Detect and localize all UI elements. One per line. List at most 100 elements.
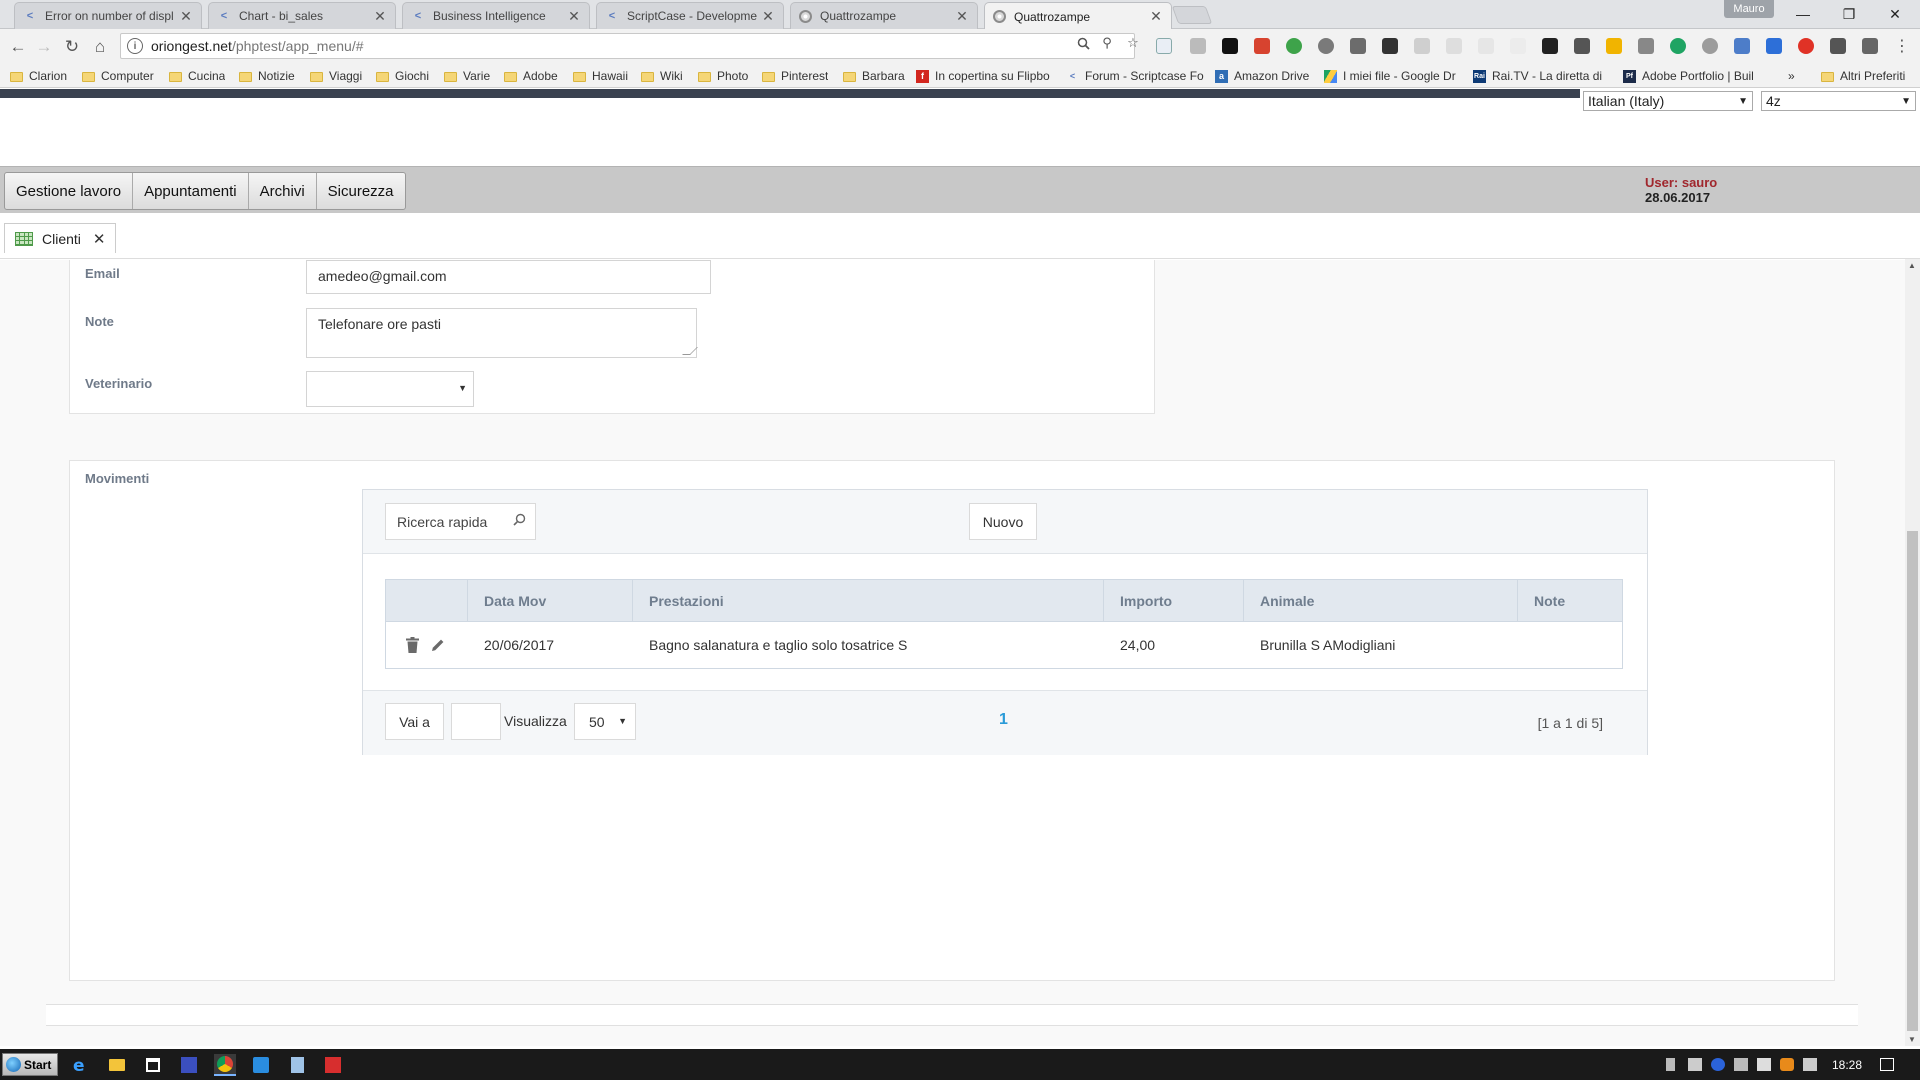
goto-page-input[interactable] [451, 703, 501, 740]
browser-tab[interactable]: Quattrozampe ✕ [790, 2, 978, 29]
scroll-up-icon[interactable]: ▲ [1908, 261, 1916, 270]
bookmark-folder[interactable]: Clarion [10, 68, 67, 84]
new-button[interactable]: Nuovo [969, 503, 1037, 540]
browser-tab[interactable]: < Error on number of displ ✕ [14, 2, 202, 29]
extension-icon[interactable] [1222, 38, 1238, 54]
key-icon[interactable]: ⚲ [1098, 34, 1116, 52]
search-icon[interactable] [513, 513, 526, 526]
menu-gestione-lavoro[interactable]: Gestione lavoro [5, 173, 134, 209]
close-icon[interactable]: ✕ [955, 8, 969, 25]
bookmark-folder[interactable]: Wiki [641, 68, 683, 84]
app-icon[interactable] [322, 1054, 344, 1076]
amazon-icon[interactable] [1382, 38, 1398, 54]
extension-icon[interactable] [1478, 38, 1494, 54]
browser-tab[interactable]: < ScriptCase - Developmen ✕ [596, 2, 784, 29]
tab-clienti[interactable]: Clienti ✕ [4, 223, 117, 253]
extension-icon[interactable] [1156, 38, 1172, 54]
theme-select[interactable]: 4z ▼ [1761, 91, 1916, 111]
bookmark-link[interactable]: Rai Rai.TV - La diretta di R [1473, 68, 1605, 84]
close-icon[interactable]: ✕ [1149, 8, 1163, 25]
browser-tab-active[interactable]: Quattrozampe ✕ [984, 2, 1172, 30]
other-bookmarks-folder[interactable]: Altri Preferiti [1821, 68, 1905, 84]
pencil-icon[interactable] [431, 638, 445, 652]
extension-icon[interactable] [1318, 38, 1334, 54]
page-link-current[interactable]: 1 [999, 711, 1008, 729]
extension-icon[interactable] [1734, 38, 1750, 54]
notepad-icon[interactable] [286, 1054, 308, 1076]
page-scrollbar[interactable]: ▲ ▼ [1905, 259, 1920, 1046]
scrollbar-thumb[interactable] [1907, 531, 1918, 1031]
bookmark-link[interactable]: f In copertina su Flipbo [916, 68, 1054, 84]
tray-icon[interactable] [1780, 1058, 1794, 1071]
close-icon[interactable]: ✕ [761, 8, 775, 25]
extension-icon[interactable] [1702, 38, 1718, 54]
goto-button[interactable]: Vai a [385, 703, 444, 740]
note-textarea[interactable]: Telefonare ore pasti [306, 308, 698, 358]
app-icon[interactable] [178, 1054, 200, 1076]
extension-icon[interactable] [1830, 38, 1846, 54]
extension-icon[interactable] [1446, 38, 1462, 54]
column-header[interactable]: Prestazioni [633, 580, 1104, 621]
reload-icon[interactable]: ↻ [60, 35, 84, 59]
tray-icon[interactable] [1734, 1058, 1748, 1071]
bookmark-folder[interactable]: Cucina [169, 68, 225, 84]
window-close-icon[interactable]: ✕ [1872, 0, 1918, 28]
bookmark-folder[interactable]: Hawaii [573, 68, 628, 84]
resize-handle[interactable] [682, 347, 698, 355]
bookmark-folder[interactable]: Photo [698, 68, 748, 84]
back-icon[interactable]: ← [6, 35, 30, 59]
minimize-icon[interactable]: — [1780, 0, 1826, 28]
bookmark-folder[interactable]: Giochi [376, 68, 429, 84]
menu-appuntamenti[interactable]: Appuntamenti [133, 173, 249, 209]
trash-icon[interactable] [406, 637, 419, 653]
forward-icon[interactable]: → [32, 35, 56, 59]
email-field[interactable]: amedeo@gmail.com [306, 260, 711, 294]
extension-icon[interactable] [1286, 38, 1302, 54]
extension-icon[interactable] [1606, 38, 1622, 54]
bookmark-folder[interactable]: Pinterest [762, 68, 828, 84]
bookmark-link[interactable]: < Forum - Scriptcase Fo [1066, 68, 1204, 84]
column-header[interactable]: Importo [1104, 580, 1244, 621]
bookmark-folder[interactable]: Notizie [239, 68, 295, 84]
app-icon[interactable] [250, 1054, 272, 1076]
per-page-select[interactable]: 50 ▼ [574, 703, 636, 740]
close-icon[interactable]: ✕ [567, 8, 581, 25]
browser-menu-icon[interactable]: ⋮ [1894, 36, 1910, 56]
notification-icon[interactable] [1880, 1058, 1894, 1071]
tray-icon[interactable] [1711, 1058, 1725, 1071]
scroll-down-icon[interactable]: ▼ [1908, 1035, 1916, 1044]
bookmark-folder[interactable]: Viaggi [310, 68, 362, 84]
bookmark-link[interactable]: I miei file - Google Dr [1324, 68, 1456, 84]
network-icon[interactable] [1757, 1058, 1771, 1071]
extension-icon[interactable] [1414, 38, 1430, 54]
quick-search-input[interactable]: Ricerca rapida [385, 503, 536, 540]
grammarly-icon[interactable] [1670, 38, 1686, 54]
extension-icon[interactable] [1574, 38, 1590, 54]
restore-icon[interactable]: ❐ [1826, 0, 1872, 28]
extension-icon[interactable] [1350, 38, 1366, 54]
close-icon[interactable]: ✕ [373, 8, 387, 25]
star-icon[interactable]: ☆ [1124, 34, 1142, 52]
new-tab-button[interactable] [1171, 6, 1213, 24]
browser-tab[interactable]: < Chart - bi_sales ✕ [208, 2, 396, 29]
zoom-icon[interactable] [1074, 34, 1092, 52]
address-bar[interactable]: i oriongest.net/phptest/app_menu/# [120, 33, 1135, 59]
column-header[interactable]: Animale [1244, 580, 1518, 621]
menu-archivi[interactable]: Archivi [249, 173, 317, 209]
extension-icon[interactable] [1190, 38, 1206, 54]
extension-icon[interactable] [1542, 38, 1558, 54]
column-header[interactable]: Note [1518, 580, 1622, 621]
column-header[interactable]: Data Mov [468, 580, 633, 621]
browser-tab[interactable]: < Business Intelligence ✕ [402, 2, 590, 29]
bookmark-link[interactable]: a Amazon Drive [1215, 68, 1309, 84]
close-icon[interactable]: ✕ [93, 230, 106, 248]
extension-icon[interactable] [1638, 38, 1654, 54]
bookmark-link[interactable]: Pf Adobe Portfolio | Buil [1623, 68, 1760, 84]
volume-icon[interactable] [1803, 1058, 1817, 1071]
file-explorer-icon[interactable] [106, 1054, 128, 1076]
battery-icon[interactable] [1666, 1058, 1675, 1071]
language-select[interactable]: Italian (Italy) ▼ [1583, 91, 1753, 111]
info-icon[interactable]: i [127, 38, 143, 54]
extension-icon[interactable] [1766, 38, 1782, 54]
home-icon[interactable]: ⌂ [88, 35, 112, 59]
